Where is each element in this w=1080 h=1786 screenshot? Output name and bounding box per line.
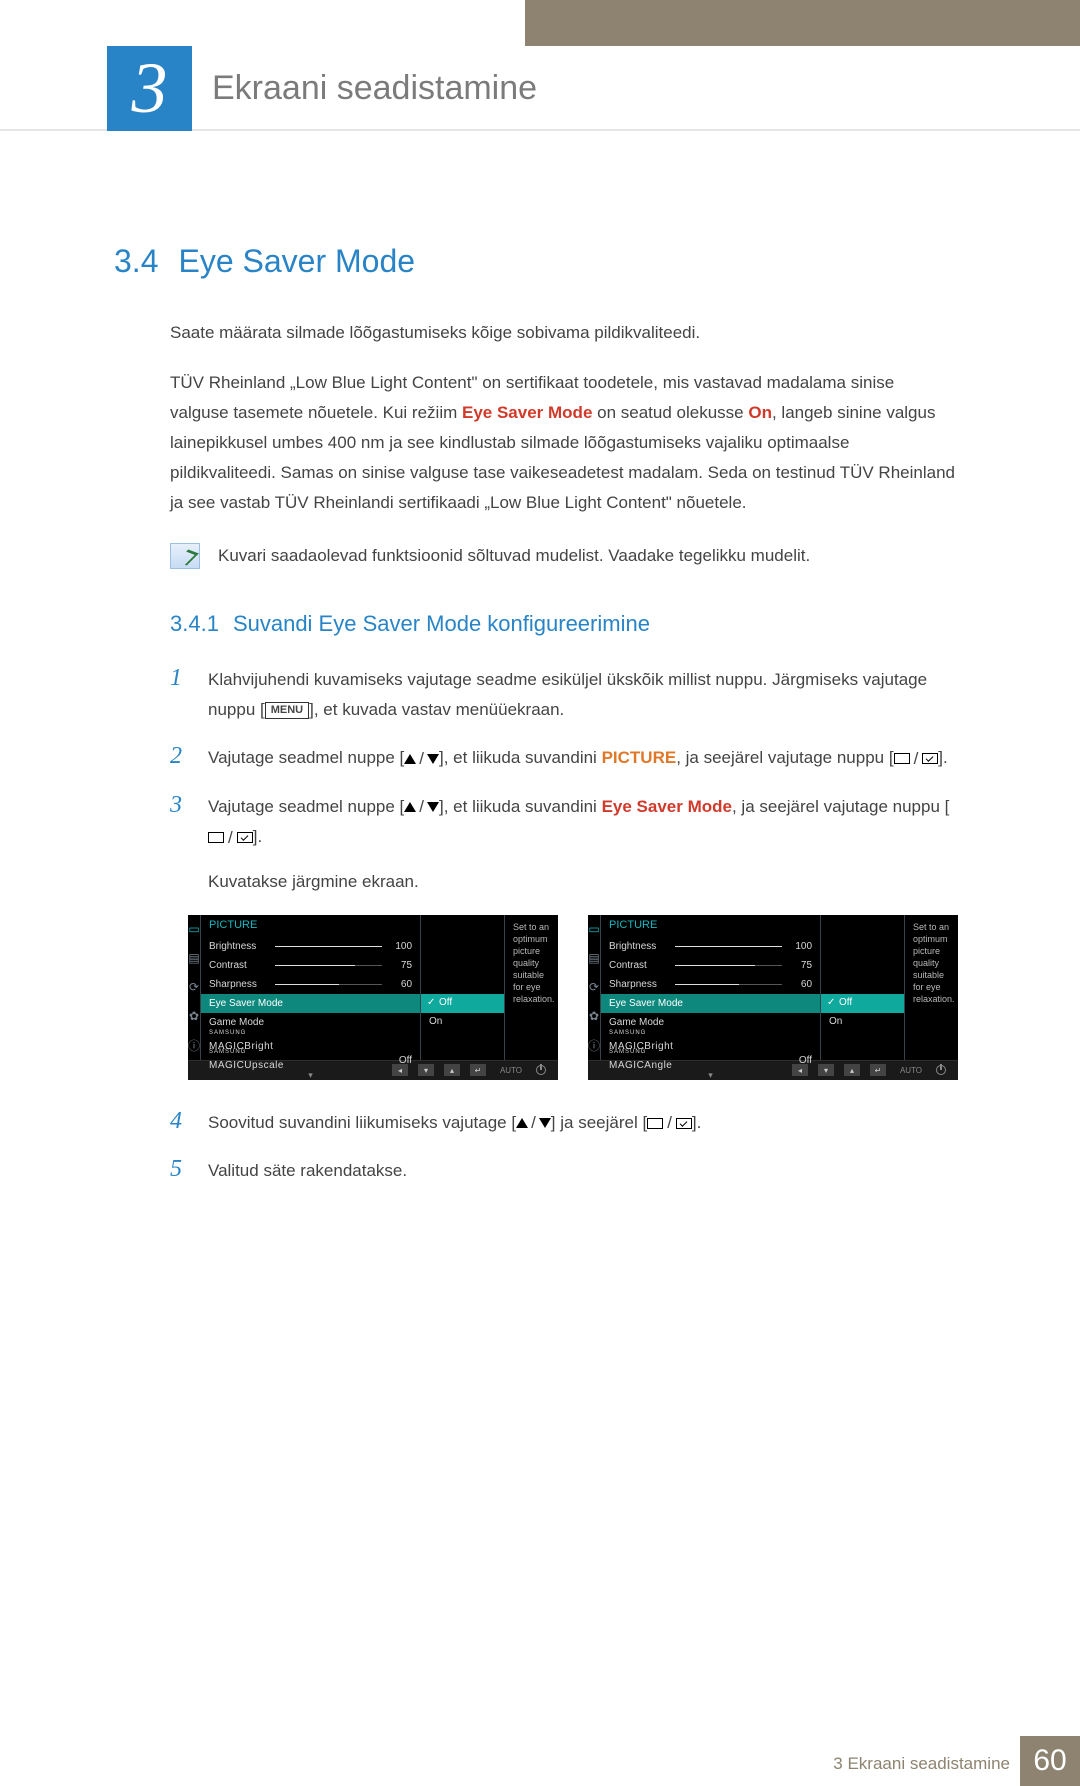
intro-paragraph-1: Saate määrata silmade lõõgastumiseks kõi… — [170, 318, 955, 348]
chapter-header: 3 Ekraani seadistamine — [0, 46, 1080, 131]
magic-upscale-label: SAMSUNGMAGICUpscale — [209, 1049, 269, 1071]
magic-angle-label: SAMSUNGMAGICAngle — [609, 1049, 669, 1071]
osd-menu-title: PICTURE — [201, 915, 420, 937]
osd-screenshot-a: ▭ ▤ ⟳ ✿ ⓘ PICTURE Brightness100 Contrast… — [188, 915, 558, 1080]
up-icon: ▴ — [444, 1064, 460, 1076]
top-bar — [0, 0, 1080, 46]
menu-button-label: MENU — [265, 702, 309, 719]
step-1: 1 Klahvijuhendi kuvamiseks vajutage sead… — [170, 665, 955, 725]
page-number: 60 — [1020, 1736, 1080, 1786]
down-icon: ▾ — [418, 1064, 434, 1076]
step-2: 2 Vajutage seadmel nuppe [/], et liikuda… — [170, 743, 955, 774]
osd-description: Set to an optimum picture quality suitab… — [505, 915, 563, 1060]
osd-options: Off On — [821, 915, 905, 1060]
size-tab-icon: ⟳ — [188, 973, 200, 1002]
subsection-number: 3.4.1 — [170, 611, 219, 636]
picture-tab-icon: ▭ — [588, 915, 600, 944]
power-icon — [536, 1065, 546, 1075]
down-icon: ▾ — [818, 1064, 834, 1076]
auto-button: AUTO — [496, 1064, 526, 1076]
keyword-eye-saver-mode: Eye Saver Mode — [462, 403, 592, 422]
up-down-arrows-icon: / — [516, 1108, 551, 1138]
chapter-title: Ekraani seadistamine — [212, 46, 537, 131]
up-icon: ▴ — [844, 1064, 860, 1076]
settings-tab-icon: ✿ — [188, 1002, 200, 1031]
step-number: 2 — [170, 743, 190, 769]
size-tab-icon: ⟳ — [588, 973, 600, 1002]
osd-options: Off On — [421, 915, 505, 1060]
step-4: 4 Soovitud suvandini liikumiseks vajutag… — [170, 1108, 955, 1139]
step-number: 5 — [170, 1156, 190, 1182]
enter-icon: ↵ — [870, 1064, 886, 1076]
osd-option-on: On — [821, 1013, 904, 1032]
footer-label: 3 Ekraani seadistamine — [833, 1754, 1010, 1774]
up-down-arrows-icon: / — [404, 744, 439, 774]
info-tab-icon: ⓘ — [588, 1031, 600, 1060]
step-3: 3 Vajutage seadmel nuppe [/], et liikuda… — [170, 792, 955, 897]
step-5: 5 Valitud säte rakendatakse. — [170, 1156, 955, 1186]
step-number: 1 — [170, 665, 190, 691]
keyword-eye-saver-mode: Eye Saver Mode — [602, 797, 732, 816]
note-text: Kuvari saadaolevad funktsioonid sõltuvad… — [218, 543, 810, 569]
osd-menu-title: PICTURE — [601, 915, 820, 937]
power-icon — [936, 1065, 946, 1075]
enter-buttons-icon: / — [647, 1108, 692, 1138]
section-title: Eye Saver Mode — [178, 243, 415, 279]
section-number: 3.4 — [114, 243, 158, 279]
note: Kuvari saadaolevad funktsioonid sõltuvad… — [170, 543, 955, 569]
auto-button: AUTO — [896, 1064, 926, 1076]
color-tab-icon: ▤ — [588, 944, 600, 973]
step-number: 4 — [170, 1108, 190, 1134]
subsection-heading: 3.4.1 Suvandi Eye Saver Mode konfigureeri… — [170, 611, 955, 637]
enter-buttons-icon: / — [894, 744, 939, 774]
section-heading: 3.4 Eye Saver Mode — [114, 243, 955, 280]
osd-option-on: On — [421, 1013, 504, 1032]
keyword-picture: PICTURE — [602, 748, 677, 767]
osd-sidebar: ▭ ▤ ⟳ ✿ ⓘ — [588, 915, 601, 1060]
osd-screenshots: ▭ ▤ ⟳ ✿ ⓘ PICTURE Brightness100 Contrast… — [188, 915, 955, 1080]
osd-item-eye-saver-mode: Eye Saver Mode — [601, 994, 820, 1013]
left-icon: ◂ — [792, 1064, 808, 1076]
osd-option-off: Off — [821, 994, 904, 1013]
osd-menu: PICTURE Brightness100 Contrast75 Sharpne… — [601, 915, 821, 1060]
steps-list: 1 Klahvijuhendi kuvamiseks vajutage sead… — [170, 665, 955, 897]
left-icon: ◂ — [392, 1064, 408, 1076]
osd-screenshot-b: ▭ ▤ ⟳ ✿ ⓘ PICTURE Brightness100 Contrast… — [588, 915, 958, 1080]
osd-option-off: Off — [421, 994, 504, 1013]
color-tab-icon: ▤ — [188, 944, 200, 973]
keyword-on: On — [748, 403, 772, 422]
osd-menu: PICTURE Brightness100 Contrast75 Sharpne… — [201, 915, 421, 1060]
page-footer: 3 Ekraani seadistamine 60 — [0, 1736, 1080, 1786]
subsection-title: Suvandi Eye Saver Mode konfigureerimine — [233, 611, 650, 636]
enter-buttons-icon: / — [208, 823, 253, 853]
enter-icon: ↵ — [470, 1064, 486, 1076]
up-down-arrows-icon: / — [404, 792, 439, 822]
osd-item-eye-saver-mode: Eye Saver Mode — [201, 994, 420, 1013]
step-number: 3 — [170, 792, 190, 818]
intro-paragraph-2: TÜV Rheinland „Low Blue Light Content" o… — [170, 368, 955, 518]
info-tab-icon: ⓘ — [188, 1031, 200, 1060]
osd-sidebar: ▭ ▤ ⟳ ✿ ⓘ — [188, 915, 201, 1060]
settings-tab-icon: ✿ — [588, 1002, 600, 1031]
picture-tab-icon: ▭ — [188, 915, 200, 944]
chapter-number-badge: 3 — [107, 46, 192, 131]
note-icon — [170, 543, 200, 569]
osd-description: Set to an optimum picture quality suitab… — [905, 915, 963, 1060]
